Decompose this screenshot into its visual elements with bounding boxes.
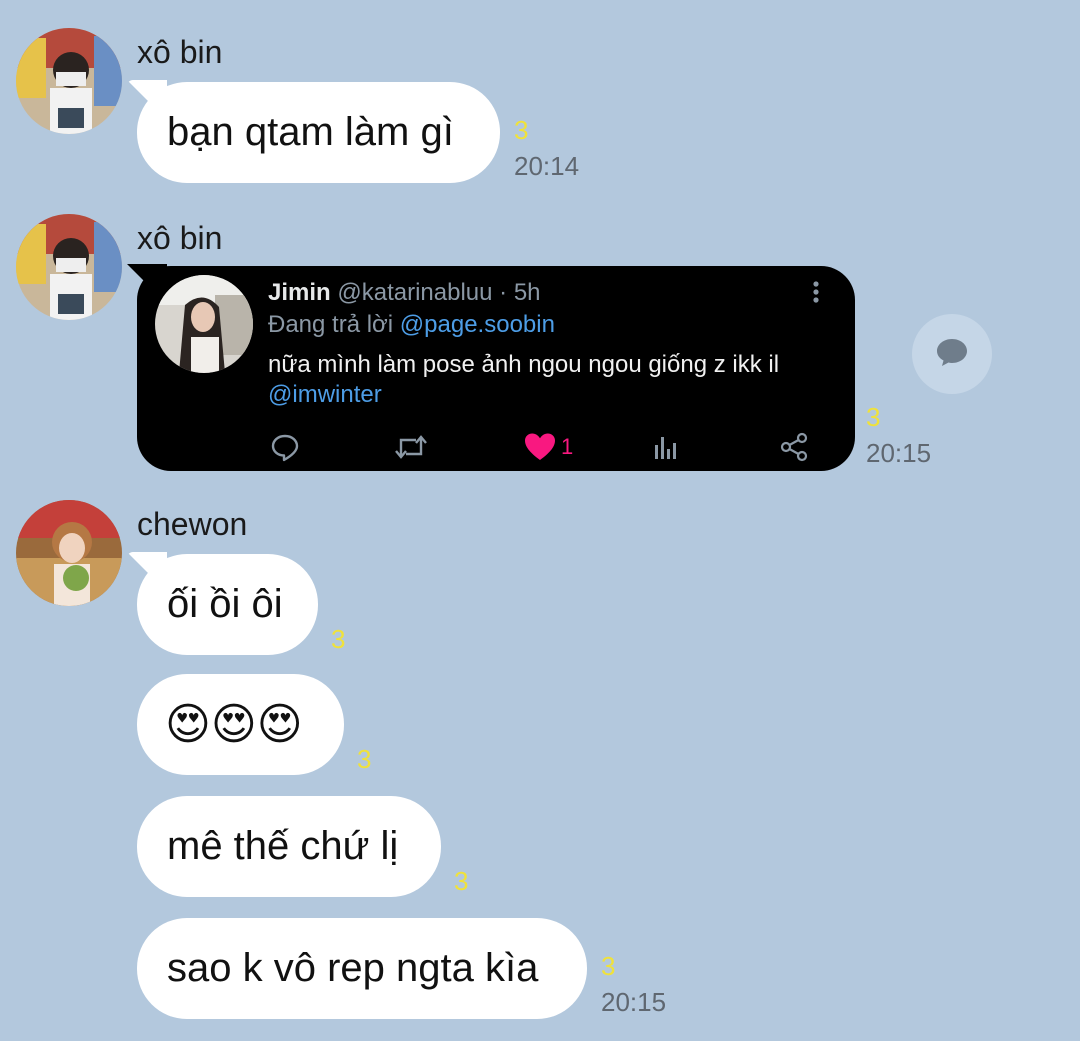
share-icon[interactable] [779, 432, 809, 467]
message-text: ối ồi ôi [167, 582, 283, 626]
message-time: 20:14 [514, 151, 580, 181]
tweet-age: · 5h [499, 279, 541, 306]
sender-name: xô bin [137, 220, 223, 256]
read-count: 3 [514, 115, 529, 145]
message-bubble[interactable]: mê thế chứ lị [137, 796, 441, 897]
tweet-mention-link[interactable]: @imwinter [268, 383, 382, 407]
sender-name: xô bin [137, 34, 223, 70]
read-count: 3 [357, 744, 372, 774]
avatar-chewon[interactable] [16, 500, 122, 606]
tweet-header: Jimin @katarinabluu · 5h [268, 281, 541, 305]
tweet-author-name[interactable]: Jimin [268, 279, 331, 306]
replying-to-link[interactable]: @page.soobin [400, 311, 555, 338]
message-bubble[interactable]: bạn qtam làm gì [137, 82, 500, 183]
read-count: 3 [331, 624, 346, 654]
read-count: 3 [866, 402, 881, 432]
avatar-xo-bin[interactable] [16, 214, 122, 320]
retweet-icon[interactable] [394, 432, 428, 467]
sender-name: chewon [137, 506, 248, 542]
message-bubble[interactable]: 😍😍😍 [137, 674, 344, 775]
tweet-body: nữa mình làm pose ảnh ngou ngou giống z … [268, 351, 780, 378]
message-time: 20:15 [601, 987, 667, 1017]
message-time: 20:15 [866, 438, 932, 468]
read-count: 3 [454, 866, 469, 896]
comment-bubble-icon [935, 337, 969, 372]
message-bubble[interactable]: ối ồi ôi [137, 554, 318, 655]
message-text: 😍😍😍 [165, 700, 303, 749]
replying-prefix: Đang trả lời [268, 311, 394, 338]
heart-icon[interactable] [524, 432, 556, 467]
message-text: sao k vô rep ngta kìa [167, 946, 539, 990]
tweet-author-handle[interactable]: @katarinabluu [337, 279, 492, 306]
views-icon[interactable] [653, 433, 679, 466]
tweet-author-avatar[interactable] [155, 275, 253, 373]
reply-icon[interactable] [270, 432, 300, 467]
comment-button[interactable] [912, 314, 992, 394]
message-text: mê thế chứ lị [167, 824, 399, 868]
avatar-xo-bin[interactable] [16, 28, 122, 134]
message-bubble[interactable]: sao k vô rep ngta kìa [137, 918, 587, 1019]
message-text: bạn qtam làm gì [167, 110, 454, 154]
tweet-reply-context: Đang trả lời @page.soobin [268, 313, 555, 337]
like-count: 1 [561, 434, 574, 459]
read-count: 3 [601, 951, 616, 981]
more-vertical-icon[interactable] [810, 280, 822, 306]
